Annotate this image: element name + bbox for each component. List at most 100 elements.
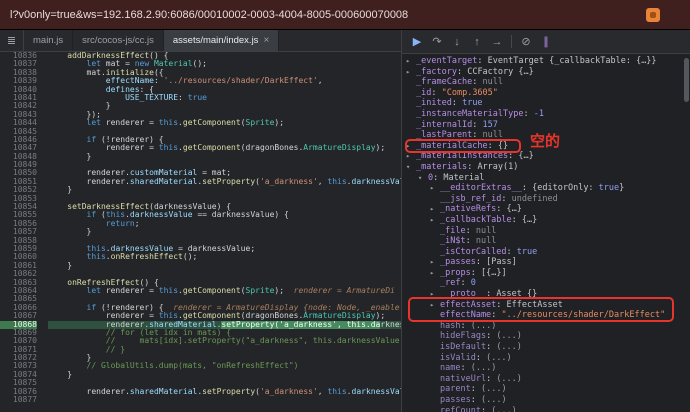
property-value[interactable]: (...) [481, 395, 507, 405]
property-value[interactable]: (...) [471, 321, 497, 331]
property-row-_iN$t[interactable]: _iN$t: null [402, 236, 690, 247]
property-row-0[interactable]: ▾0: Material [402, 173, 690, 184]
line-number[interactable]: 10836 [0, 52, 37, 60]
expand-arrow[interactable]: ▸ [430, 204, 440, 215]
step-button[interactable]: → [488, 33, 506, 51]
expand-arrow[interactable]: ▸ [430, 268, 440, 279]
expand-arrow[interactable]: ▸ [406, 151, 416, 162]
step-into-button[interactable]: ↓ [448, 33, 466, 51]
expand-arrow[interactable]: ▸ [430, 300, 440, 311]
expand-arrow[interactable]: ▸ [406, 67, 416, 78]
expand-arrow[interactable]: ▸ [430, 183, 440, 194]
property-row-_ref[interactable]: _ref: 0 [402, 278, 690, 289]
property-value[interactable]: (...) [496, 374, 522, 384]
line-number[interactable]: 10859 [0, 245, 37, 253]
property-row-_inited[interactable]: _inited: true [402, 98, 690, 109]
property-row-_isCtorCalled[interactable]: _isCtorCalled: true [402, 247, 690, 258]
tab-src-cocos-js-cc-js[interactable]: src/cocos-js/cc.js [73, 30, 164, 51]
line-number[interactable]: 10865 [0, 295, 37, 303]
expand-arrow[interactable]: ▸ [430, 289, 440, 300]
deactivate-breakpoints-button[interactable]: ⊘ [517, 33, 535, 51]
line-number[interactable]: 10839 [0, 77, 37, 85]
code-area[interactable]: addDarknessEffect() { let mat = new Mate… [42, 52, 401, 412]
line-number[interactable]: 10852 [0, 186, 37, 194]
property-row-_passes[interactable]: ▸_passes: [Pass] [402, 257, 690, 268]
property-value[interactable]: (...) [486, 353, 512, 363]
property-row-__editorExtras__[interactable]: ▸__editorExtras__: {editorOnly: true} [402, 183, 690, 194]
property-row-__proto__[interactable]: ▸__proto__: Asset {} [402, 289, 690, 300]
line-number[interactable]: 10871 [0, 346, 37, 354]
property-row-_materials[interactable]: ▾_materials: Array(1) [402, 162, 690, 173]
property-row-parent[interactable]: parent: (...) [402, 384, 690, 395]
property-row-nativeUrl[interactable]: nativeUrl: (...) [402, 374, 690, 385]
extension-icon[interactable] [646, 8, 660, 22]
line-number[interactable]: 10866 [0, 304, 37, 312]
expand-arrow[interactable]: ▾ [418, 173, 428, 184]
url-text[interactable]: l?v0only=true&ws=192.168.2.90:6086/00010… [10, 9, 408, 21]
line-number[interactable]: 10846 [0, 136, 37, 144]
browser-address-bar[interactable]: l?v0only=true&ws=192.168.2.90:6086/00010… [0, 0, 690, 30]
property-value[interactable]: (...) [471, 363, 497, 373]
expand-arrow[interactable]: ▸ [430, 215, 440, 226]
property-row-passes[interactable]: passes: (...) [402, 395, 690, 406]
line-number[interactable]: 10851 [0, 178, 37, 186]
property-value[interactable]: (...) [491, 406, 517, 412]
line-number[interactable]: 10841 [0, 94, 37, 102]
property-row-__jsb_ref_id[interactable]: __jsb_ref_id: undefined [402, 194, 690, 205]
property-row-_id[interactable]: _id: "Comp.3605" [402, 88, 690, 99]
property-row-hideFlags[interactable]: hideFlags: (...) [402, 331, 690, 342]
line-number[interactable]: 10867 [0, 312, 37, 320]
property-row-_callbackTable[interactable]: ▸_callbackTable: {…} [402, 215, 690, 226]
tab-close-icon[interactable]: × [263, 35, 269, 46]
line-number[interactable]: 10842 [0, 102, 37, 110]
line-number[interactable]: 10845 [0, 128, 37, 136]
property-row-_frameCache[interactable]: _frameCache: null [402, 77, 690, 88]
property-row-hash[interactable]: hash: (...) [402, 321, 690, 332]
property-row-_internalId[interactable]: _internalId: 157 [402, 120, 690, 131]
property-row-_materialInstances[interactable]: ▸_materialInstances: {…} [402, 151, 690, 162]
line-number[interactable]: 10864 [0, 287, 37, 295]
property-row-effectName[interactable]: effectName: "../resources/shader/DarkEff… [402, 310, 690, 321]
tab-assets-main-index-js[interactable]: assets/main/index.js× [164, 30, 279, 51]
navigator-toggle-icon[interactable]: ≣ [0, 30, 24, 51]
line-number[interactable]: 10873 [0, 362, 37, 370]
tab-main-js[interactable]: main.js [24, 30, 73, 51]
property-value[interactable]: (...) [481, 384, 507, 394]
line-number[interactable]: 10843 [0, 111, 37, 119]
line-number[interactable]: 10872 [0, 354, 37, 362]
expand-arrow[interactable]: ▸ [406, 141, 416, 152]
property-row-refCount[interactable]: refCount: (...) [402, 406, 690, 412]
line-number[interactable]: 10837 [0, 60, 37, 68]
scrollbar-thumb[interactable] [684, 58, 689, 102]
line-number[interactable]: 10863 [0, 279, 37, 287]
line-number[interactable]: 10870 [0, 337, 37, 345]
line-number[interactable]: 10874 [0, 371, 37, 379]
line-number[interactable]: 10840 [0, 86, 37, 94]
property-row-isDefault[interactable]: isDefault: (...) [402, 342, 690, 353]
line-number[interactable]: 10848 [0, 153, 37, 161]
line-number[interactable]: 10847 [0, 144, 37, 152]
step-out-button[interactable]: ↑ [468, 33, 486, 51]
line-number[interactable]: 10838 [0, 69, 37, 77]
property-row-_eventTarget[interactable]: ▸_eventTarget: EventTarget {_callbackTab… [402, 56, 690, 67]
property-row-_nativeRefs[interactable]: ▸_nativeRefs: {…} [402, 204, 690, 215]
line-number[interactable]: 10856 [0, 220, 37, 228]
property-value[interactable]: (...) [496, 342, 522, 352]
property-value[interactable]: (...) [496, 331, 522, 341]
resume-button[interactable]: ▶ [408, 33, 426, 51]
line-number[interactable]: 10868 [0, 321, 37, 329]
line-number[interactable]: 10877 [0, 396, 37, 404]
step-over-button[interactable]: ↷ [428, 33, 446, 51]
property-row-_file[interactable]: _file: null [402, 226, 690, 237]
property-row-_factory[interactable]: ▸_factory: CCFactory {…} [402, 67, 690, 78]
line-number[interactable]: 10858 [0, 237, 37, 245]
line-number[interactable]: 10860 [0, 253, 37, 261]
line-number[interactable]: 10876 [0, 388, 37, 396]
pause-on-exceptions-button[interactable]: ∥ [537, 33, 555, 51]
line-number[interactable]: 10861 [0, 262, 37, 270]
property-row-isValid[interactable]: isValid: (...) [402, 353, 690, 364]
line-number[interactable]: 10854 [0, 203, 37, 211]
property-row-name[interactable]: name: (...) [402, 363, 690, 374]
line-number[interactable]: 10849 [0, 161, 37, 169]
expand-arrow[interactable]: ▸ [430, 257, 440, 268]
